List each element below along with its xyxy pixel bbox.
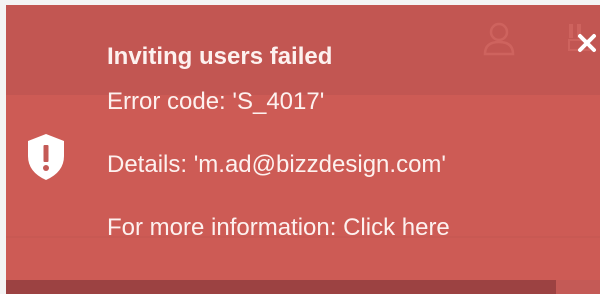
background-panel <box>6 280 556 294</box>
more-info-link[interactable]: Click here <box>343 214 450 241</box>
screenshot-frame: Inviting users failed Error code: 'S_401… <box>0 0 600 294</box>
more-info-line: For more information: Click here <box>107 214 450 242</box>
close-icon[interactable] <box>574 30 600 56</box>
error-code: Error code: 'S_4017' <box>107 88 325 115</box>
error-details: Details: 'm.ad@bizzdesign.com' <box>107 151 446 178</box>
more-info-label: For more information: <box>107 214 344 241</box>
notification-title: Inviting users failed <box>107 43 333 70</box>
shield-exclamation-icon <box>24 132 68 182</box>
